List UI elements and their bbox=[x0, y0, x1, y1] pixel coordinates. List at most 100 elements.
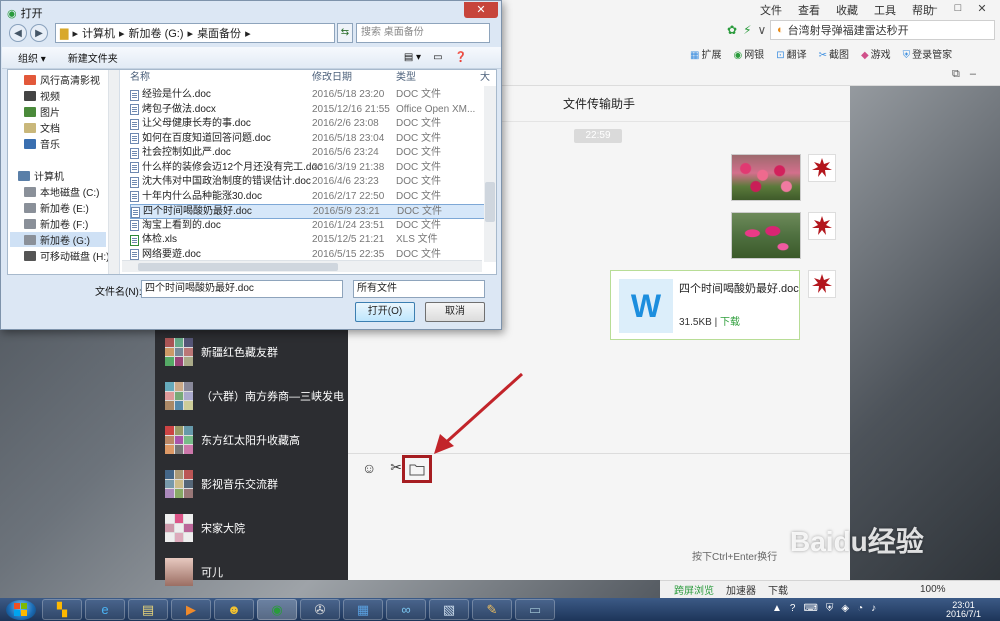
table-row[interactable]: 社会控制如此严.doc 2016/5/6 23:24 DOC 文件 bbox=[130, 146, 486, 161]
cross-screen-button[interactable]: 跨屏浏览 bbox=[674, 582, 714, 597]
clock[interactable]: 23:01 2016/7/1 bbox=[946, 601, 981, 619]
security-icon[interactable]: ⛨ bbox=[826, 603, 834, 614]
maximize-icon[interactable]: □ bbox=[946, 0, 970, 16]
toolbar-translate[interactable]: ⊡ 翻译 bbox=[776, 46, 806, 61]
taskbar-notes[interactable]: ▧ bbox=[429, 599, 469, 620]
help-icon[interactable]: ❓ bbox=[455, 52, 467, 63]
table-row-selected[interactable]: 四个时间喝酸奶最好.doc 2016/5/9 23:21 DOC 文件 bbox=[130, 204, 486, 219]
search-input[interactable]: 搜索 桌面备份 bbox=[356, 23, 490, 43]
sent-image-tulips-1[interactable] bbox=[731, 154, 801, 201]
table-row[interactable]: 让父母健康长寿的事.doc 2016/2/6 23:08 DOC 文件 bbox=[130, 117, 486, 132]
taskbar-ie[interactable]: e bbox=[85, 599, 125, 620]
scroll-thumb[interactable] bbox=[485, 182, 495, 222]
list-item[interactable]: 宋家大院 bbox=[155, 506, 348, 550]
table-row[interactable]: 经验是什么.doc 2016/5/18 23:20 DOC 文件 bbox=[130, 88, 486, 103]
nav-item-drive-h[interactable]: 可移动磁盘 (H:) bbox=[24, 248, 109, 263]
view-icon[interactable]: ▤ ▾ bbox=[404, 52, 421, 63]
forward-button[interactable]: ▶ bbox=[30, 24, 48, 42]
sent-image-tulips-2[interactable] bbox=[731, 212, 801, 259]
breadcrumb[interactable]: ▇ ▸ 计算机 ▸ 新加卷 (G:) ▸ 桌面备份 ▸ bbox=[55, 23, 335, 43]
wifi-icon[interactable]: ◔ bbox=[857, 603, 863, 614]
start-button[interactable] bbox=[6, 600, 36, 620]
cancel-button[interactable]: 取消 bbox=[425, 302, 485, 322]
file-type-select[interactable]: 所有文件 bbox=[353, 280, 485, 298]
organize-button[interactable]: 组织 ▾ bbox=[18, 50, 46, 65]
list-item[interactable]: 可儿 bbox=[155, 550, 348, 594]
table-row[interactable]: 如何在百度知道回答问题.doc 2016/5/18 23:04 DOC 文件 bbox=[130, 132, 486, 147]
nav-item-drive-g[interactable]: 新加卷 (G:) bbox=[10, 232, 106, 247]
refresh-button[interactable]: ⇆ bbox=[337, 23, 353, 43]
list-item[interactable]: 东方红太阳升收藏高 bbox=[155, 418, 348, 462]
avatar[interactable] bbox=[808, 154, 836, 182]
accelerator-button[interactable]: 加速器 bbox=[726, 582, 756, 597]
minimize-icon[interactable]: – bbox=[922, 0, 946, 16]
column-name[interactable]: 名称 bbox=[130, 70, 150, 86]
open-button[interactable]: 打开(O) bbox=[355, 302, 415, 322]
close-icon[interactable]: ✕ bbox=[970, 0, 994, 16]
taskbar-cloud[interactable]: ∞ bbox=[386, 599, 426, 620]
table-row[interactable]: 体检.xls 2015/12/5 21:21 XLS 文件 bbox=[130, 233, 486, 248]
filename-input[interactable]: 四个时间喝酸奶最好.doc bbox=[141, 280, 343, 298]
file-list-scrollbar[interactable] bbox=[484, 86, 496, 262]
taskbar-video[interactable]: ✇ bbox=[300, 599, 340, 620]
menu-tools[interactable]: 工具 bbox=[874, 2, 896, 18]
toolbar-games[interactable]: ◆ 游戏 bbox=[861, 46, 891, 61]
table-row[interactable]: 淘宝上看到的.doc 2016/1/24 23:51 DOC 文件 bbox=[130, 219, 486, 234]
back-button[interactable]: ◀ bbox=[9, 24, 27, 42]
download-link[interactable]: 下载 bbox=[720, 317, 740, 328]
taskbar-screen[interactable]: ▭ bbox=[515, 599, 555, 620]
taskbar-notepad[interactable]: ▤ bbox=[128, 599, 168, 620]
list-item[interactable]: （六群）南方券商—三峡发电 bbox=[155, 374, 348, 418]
taskbar-paint[interactable]: ✎ bbox=[472, 599, 512, 620]
nav-item-computer[interactable]: 计算机 bbox=[18, 168, 64, 183]
taskbar-qq[interactable]: ☻ bbox=[214, 599, 254, 620]
nav-item-documents[interactable]: 文档 bbox=[24, 120, 60, 135]
nav-item-drive-c[interactable]: 本地磁盘 (C:) bbox=[24, 184, 99, 199]
nav-item-fengxing[interactable]: 风行高清影视 bbox=[24, 72, 100, 87]
dialog-close-button[interactable]: ✕ bbox=[464, 2, 498, 18]
taskbar-player[interactable]: ▶ bbox=[171, 599, 211, 620]
table-row[interactable]: 烤包子做法.docx 2015/12/16 21:55 Office Open XM… bbox=[130, 103, 486, 118]
column-date[interactable]: 修改日期 bbox=[312, 70, 352, 86]
avatar[interactable] bbox=[808, 270, 836, 298]
network-icon[interactable]: ▲ bbox=[772, 603, 782, 614]
column-type[interactable]: 类型 bbox=[396, 70, 416, 86]
keyboard-icon[interactable]: ⌨ bbox=[803, 603, 817, 614]
help-icon[interactable]: ? bbox=[790, 603, 796, 614]
lightning-icon[interactable]: ⚡ bbox=[743, 23, 751, 37]
menu-favorites[interactable]: 收藏 bbox=[836, 2, 858, 18]
taskbar-browser[interactable]: ◉ bbox=[257, 599, 297, 620]
new-folder-button[interactable]: 新建文件夹 bbox=[68, 50, 118, 65]
list-item[interactable]: 新疆红色藏友群 bbox=[155, 330, 348, 374]
menu-file[interactable]: 文件 bbox=[760, 2, 782, 18]
preview-pane-icon[interactable]: ▭ bbox=[433, 52, 442, 63]
breadcrumb-folder[interactable]: 桌面备份 bbox=[197, 25, 241, 41]
settings-icon[interactable]: ✿ bbox=[727, 23, 737, 37]
nav-item-drive-f[interactable]: 新加卷 (F:) bbox=[24, 216, 88, 231]
column-size[interactable]: 大 bbox=[480, 70, 490, 86]
toolbar-login[interactable]: ⛨ 登录管家 bbox=[903, 46, 953, 61]
table-row[interactable]: 什么样的装修会迈12个月还没有完工.doc 2016/3/19 21:38 DOC … bbox=[130, 161, 486, 176]
restore-icon[interactable]: ⧉ bbox=[952, 68, 960, 81]
zoom-level[interactable]: 100% bbox=[920, 584, 946, 595]
file-message[interactable]: W 四个时间喝酸奶最好.doc 31.5KB | 下载 bbox=[610, 270, 800, 340]
nav-item-drive-e[interactable]: 新加卷 (E:) bbox=[24, 200, 89, 215]
toolbar-screenshot[interactable]: ✂ 截图 bbox=[819, 46, 849, 61]
menu-view[interactable]: 查看 bbox=[798, 2, 820, 18]
minimize-panel-icon[interactable]: – bbox=[970, 68, 976, 81]
scroll-thumb[interactable] bbox=[138, 263, 338, 271]
horizontal-scrollbar[interactable] bbox=[122, 260, 482, 272]
list-item[interactable]: 影视音乐交流群 bbox=[155, 462, 348, 506]
toolbar-bank[interactable]: ◉ 网银 bbox=[733, 46, 764, 61]
download-button[interactable]: 下载 bbox=[768, 582, 788, 597]
volume-icon[interactable]: ♪ bbox=[871, 603, 876, 614]
nav-scrollbar[interactable] bbox=[108, 70, 119, 274]
taskbar-windows-media[interactable]: ▚ bbox=[42, 599, 82, 620]
nav-item-videos[interactable]: 视频 bbox=[24, 88, 60, 103]
scissors-icon[interactable]: ✂ bbox=[390, 459, 402, 476]
avatar[interactable] bbox=[808, 212, 836, 240]
nav-item-pictures[interactable]: 图片 bbox=[24, 104, 60, 119]
taskbar-film[interactable]: ▦ bbox=[343, 599, 383, 620]
nav-item-music[interactable]: 音乐 bbox=[24, 136, 60, 151]
toolbar-extensions[interactable]: ▦ 扩展 bbox=[690, 46, 721, 61]
